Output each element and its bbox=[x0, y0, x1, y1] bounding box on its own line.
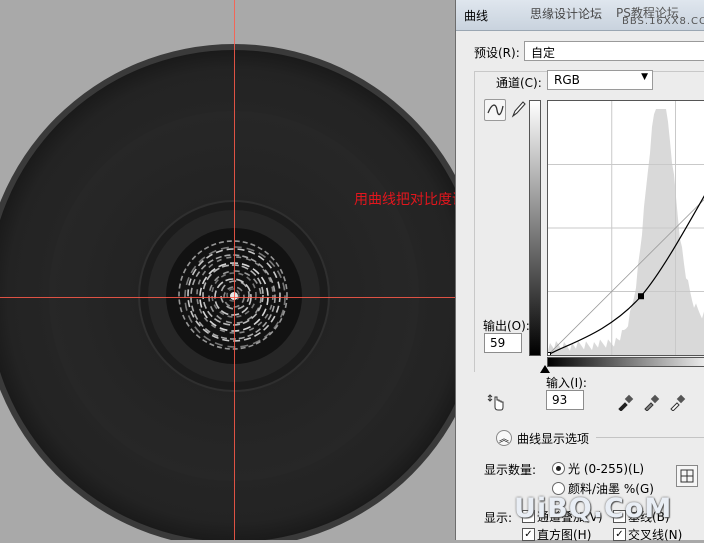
curve-control-point[interactable] bbox=[638, 293, 644, 300]
dialog-titlebar[interactable]: 曲线 思缘设计论坛 PS教程论坛 BBS.16XX8.COM bbox=[456, 0, 704, 31]
histogram-checkbox[interactable]: ✓ bbox=[522, 528, 535, 541]
input-gradient-bar bbox=[547, 357, 704, 367]
grid-icon bbox=[680, 469, 694, 483]
curve-edit-tool-button[interactable] bbox=[484, 99, 506, 121]
output-field[interactable]: 59 bbox=[484, 333, 522, 353]
show-label: 显示: bbox=[484, 511, 513, 525]
curve-plot bbox=[548, 101, 704, 355]
histogram bbox=[548, 109, 704, 355]
output-label: 输出(O): bbox=[483, 319, 530, 333]
input-value: 93 bbox=[552, 393, 568, 407]
black-point-slider-icon[interactable] bbox=[539, 364, 551, 374]
collapse-options-button[interactable]: ︽ bbox=[496, 430, 512, 446]
curve-wave-icon bbox=[487, 104, 504, 116]
preset-label: 预设(R): bbox=[474, 46, 520, 60]
pencil-tool-button[interactable] bbox=[509, 99, 527, 119]
curve-graph[interactable] bbox=[547, 100, 704, 356]
horizontal-guide bbox=[0, 297, 458, 298]
brand-watermark: UiBQ.CoM bbox=[514, 493, 673, 524]
channel-value: RGB bbox=[554, 73, 580, 87]
channel-select[interactable]: RGB ▼ bbox=[547, 70, 653, 90]
vertical-guide bbox=[234, 0, 235, 540]
pencil-icon bbox=[511, 101, 526, 118]
output-gradient-bar bbox=[529, 100, 541, 356]
intersection-label: 交叉线(N) bbox=[628, 528, 683, 542]
show-amount-label: 显示数量: bbox=[484, 463, 537, 477]
channel-label: 通道(C): bbox=[496, 76, 542, 90]
on-image-adjust-hand-icon[interactable] bbox=[486, 392, 506, 412]
light-radio[interactable] bbox=[552, 462, 565, 475]
curve-options-label: 曲线显示选项 bbox=[517, 432, 590, 446]
black-eyedropper-icon[interactable] bbox=[616, 393, 634, 411]
grid-size-button[interactable] bbox=[676, 465, 698, 487]
chevron-up-icon: ︽ bbox=[499, 434, 509, 445]
divider bbox=[596, 437, 704, 438]
curves-dialog: 曲线 思缘设计论坛 PS教程论坛 BBS.16XX8.COM 预设(R): 自定… bbox=[455, 0, 704, 542]
watermark-text: 思缘设计论坛 bbox=[530, 7, 603, 21]
histogram-label: 直方图(H) bbox=[537, 528, 592, 542]
watermark-url: BBS.16XX8.COM bbox=[622, 16, 704, 27]
speaker-artwork bbox=[0, 44, 458, 540]
input-field[interactable]: 93 bbox=[546, 390, 584, 410]
intersection-checkbox[interactable]: ✓ bbox=[613, 528, 626, 541]
output-value: 59 bbox=[490, 336, 506, 350]
chevron-down-icon: ▼ bbox=[641, 72, 648, 82]
preset-value: 自定 bbox=[531, 46, 556, 60]
curve-control-point[interactable] bbox=[548, 352, 551, 356]
dialog-title: 曲线 bbox=[464, 9, 489, 23]
preset-select[interactable]: 自定 bbox=[524, 41, 704, 61]
gray-eyedropper-icon[interactable] bbox=[642, 393, 660, 411]
input-label: 输入(I): bbox=[546, 376, 587, 390]
light-radio-label: 光 (0-255)(L) bbox=[568, 462, 645, 476]
white-eyedropper-icon[interactable] bbox=[668, 393, 686, 411]
